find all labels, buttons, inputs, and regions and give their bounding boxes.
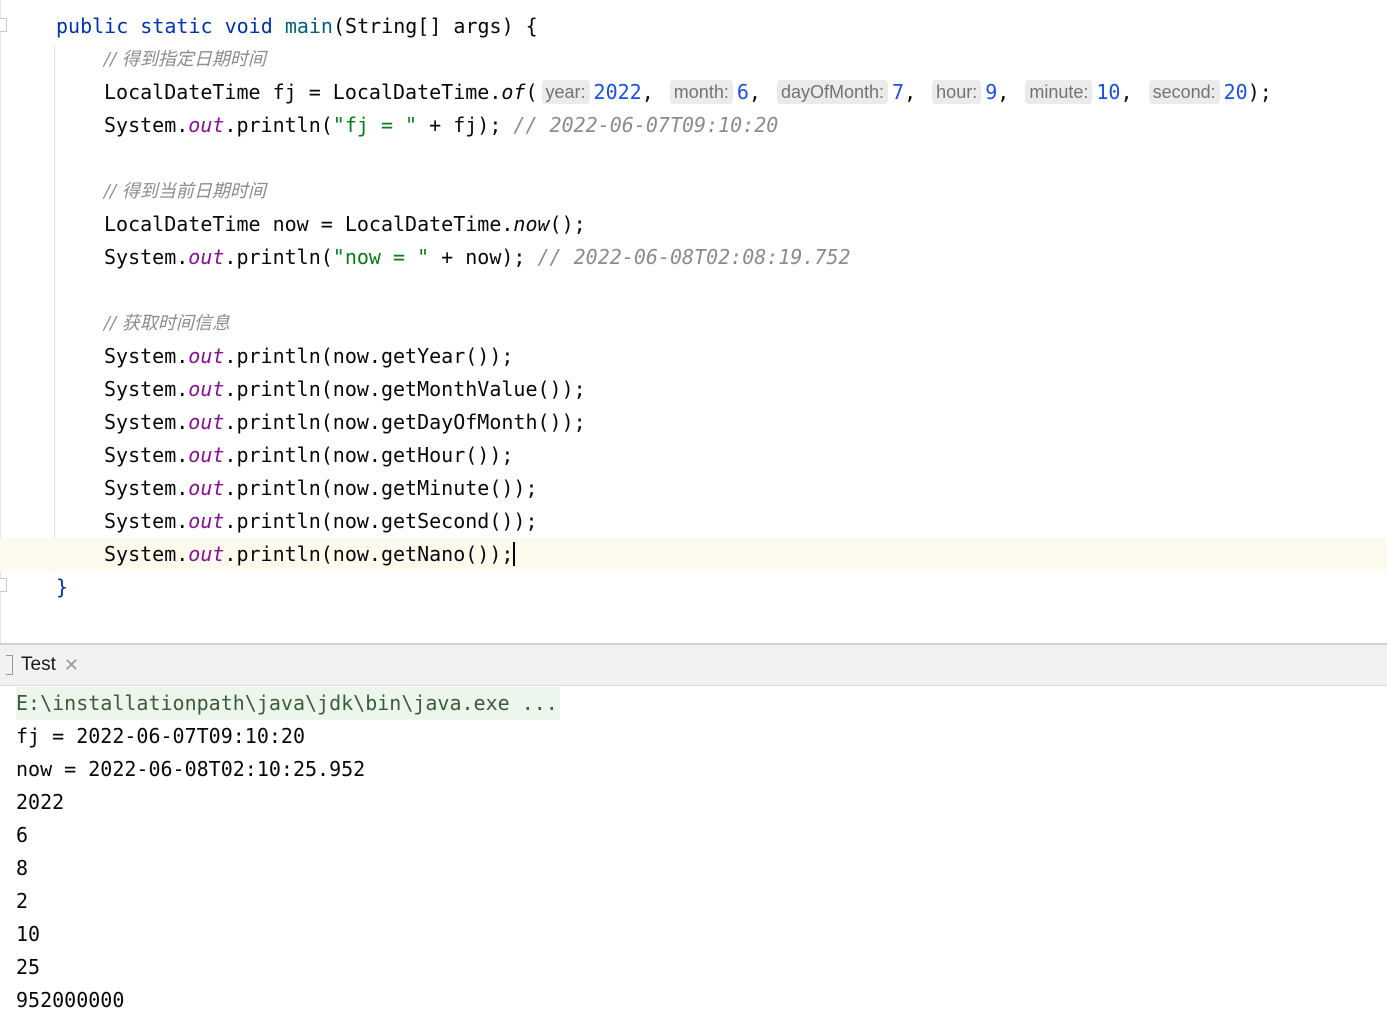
code-text: .println(: [224, 113, 333, 137]
code-text: System.: [104, 113, 189, 137]
param-hint-second: second:: [1148, 80, 1220, 104]
fold-marker-icon[interactable]: [0, 578, 7, 592]
console-line: 6: [16, 823, 29, 847]
param-hint-day-of-month: dayOfMonth:: [776, 80, 889, 104]
method-name: main: [284, 14, 333, 38]
code-line-get-minute[interactable]: System.out.println(now.getMinute());: [104, 472, 538, 505]
code-line-print-fj[interactable]: System.out.println("fj = " + fj); // 202…: [104, 109, 778, 142]
param-hint-hour: hour:: [932, 80, 982, 104]
console-line: 10: [16, 922, 41, 946]
code-line-get-hour[interactable]: System.out.println(now.getHour());: [104, 439, 513, 472]
field-out: out: [188, 410, 225, 434]
field-out: out: [188, 443, 225, 467]
code-text: + now);: [429, 245, 538, 269]
method-now: now: [513, 212, 550, 236]
console-line: 8: [16, 856, 29, 880]
code-comment: // 2022-06-07T09:10:20: [513, 113, 779, 137]
text-caret: [513, 542, 516, 566]
field-out: out: [188, 113, 225, 137]
field-out: out: [188, 542, 225, 566]
code-line-get-day-of-month[interactable]: System.out.println(now.getDayOfMonth());: [104, 406, 586, 439]
code-text: + fj);: [417, 113, 514, 137]
keyword-void: void: [224, 14, 273, 38]
code-text: LocalDateTime fj = LocalDateTime.: [104, 80, 502, 104]
code-comment[interactable]: // 得到指定日期时间: [104, 43, 266, 76]
param-type: String[]: [345, 14, 442, 38]
code-comment: // 2022-06-08T02:08:19.752: [537, 245, 851, 269]
string-literal: "fj = ": [332, 113, 418, 137]
run-tab-bar: Test ✕: [0, 645, 1387, 686]
code-text: LocalDateTime now = LocalDateTime.: [104, 212, 514, 236]
arg-hour: 9: [985, 80, 998, 104]
arg-second: 20: [1223, 80, 1248, 104]
console-line: now = 2022-06-08T02:10:25.952: [16, 757, 366, 781]
code-editor[interactable]: public static void main(String[] args) {…: [0, 0, 1387, 643]
console-line: 2022: [16, 790, 65, 814]
run-config-icon: [6, 655, 13, 675]
field-out: out: [188, 509, 225, 533]
close-brace[interactable]: }: [56, 571, 68, 604]
getter-call: now.getMonthValue(): [332, 377, 562, 401]
keyword-static: static: [140, 14, 213, 38]
console-line: 2: [16, 889, 29, 913]
command-line[interactable]: E:\installationpath\java\jdk\bin\java.ex…: [16, 687, 560, 720]
field-out: out: [188, 476, 225, 500]
arg-year: 2022: [593, 80, 642, 104]
getter-call: now.getDayOfMonth(): [332, 410, 562, 434]
console-line: 952000000: [16, 988, 125, 1012]
console-line: 25: [16, 955, 41, 979]
code-text: .println(: [224, 245, 333, 269]
console-output[interactable]: E:\installationpath\java\jdk\bin\java.ex…: [16, 687, 560, 1017]
getter-call: now.getNano(): [332, 542, 490, 566]
tab-test[interactable]: Test ✕: [0, 645, 89, 685]
code-line-get-nano[interactable]: System.out.println(now.getNano());: [0, 538, 1387, 571]
close-icon[interactable]: ✕: [64, 655, 79, 676]
code-line-now[interactable]: LocalDateTime now = LocalDateTime.now();: [104, 208, 586, 241]
code-comment[interactable]: // 获取时间信息: [104, 307, 230, 340]
code-text: System.: [104, 245, 189, 269]
field-out: out: [188, 245, 225, 269]
getter-call: now.getMinute(): [332, 476, 514, 500]
code-line-method-signature[interactable]: public static void main(String[] args) {: [56, 10, 538, 43]
arg-minute: 10: [1096, 80, 1121, 104]
code-comment[interactable]: // 得到当前日期时间: [104, 175, 266, 208]
tab-label: Test: [21, 654, 56, 675]
getter-call: now.getYear(): [332, 344, 490, 368]
run-tool-window: Test ✕ E:\installationpath\java\jdk\bin\…: [0, 643, 1387, 1019]
code-line-get-second[interactable]: System.out.println(now.getSecond());: [104, 505, 538, 538]
param-hint-month: month:: [669, 80, 733, 104]
code-line-get-month-value[interactable]: System.out.println(now.getMonthValue());: [104, 373, 586, 406]
code-line-of[interactable]: LocalDateTime fj = LocalDateTime.of(year…: [104, 76, 1272, 109]
getter-call: now.getSecond(): [332, 509, 514, 533]
string-literal: "now = ": [332, 245, 430, 269]
arg-day: 7: [892, 80, 905, 104]
console-line: fj = 2022-06-07T09:10:20: [16, 724, 305, 748]
getter-call: now.getHour(): [332, 443, 490, 467]
param-hint-minute: minute:: [1025, 80, 1093, 104]
fold-marker-icon[interactable]: [0, 18, 7, 32]
arg-month: 6: [736, 80, 749, 104]
code-line-get-year[interactable]: System.out.println(now.getYear());: [104, 340, 513, 373]
open-brace: {: [525, 14, 538, 38]
indent-guide: [54, 44, 55, 572]
keyword-public: public: [56, 14, 129, 38]
field-out: out: [188, 344, 225, 368]
param-hint-year: year:: [541, 80, 590, 104]
code-text: ();: [549, 212, 586, 236]
param-name: args: [453, 14, 502, 38]
field-out: out: [188, 377, 225, 401]
method-of: of: [501, 80, 526, 104]
code-line-print-now[interactable]: System.out.println("now = " + now); // 2…: [104, 241, 851, 274]
